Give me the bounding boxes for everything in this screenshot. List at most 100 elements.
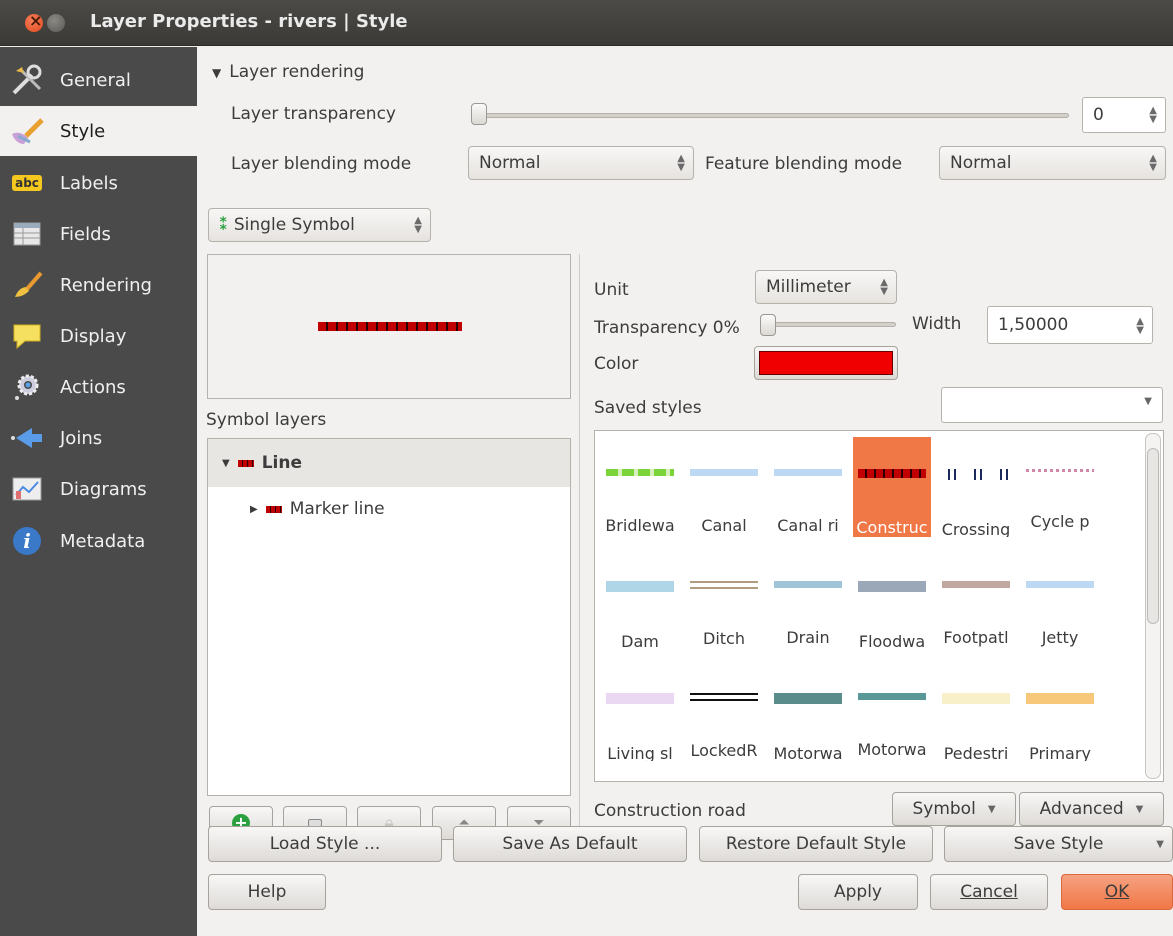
collapsed-triangle-icon: ▶: [250, 503, 258, 515]
marker-line-icon: [265, 505, 282, 513]
tree-item-line[interactable]: ▼ Line: [208, 439, 570, 487]
style-item[interactable]: Primary: [1021, 661, 1099, 761]
cancel-button[interactable]: Cancel: [930, 874, 1048, 910]
style-item[interactable]: Bridlewa: [601, 437, 679, 537]
save-as-default-button[interactable]: Save As Default: [453, 826, 687, 862]
style-sample-line: [858, 581, 926, 592]
color-button[interactable]: [754, 346, 898, 380]
style-sample-line: [942, 469, 1010, 480]
tree-item-marker-line[interactable]: ▶ Marker line: [208, 489, 570, 529]
style-item[interactable]: Floodwa: [853, 549, 931, 649]
unit-combo[interactable]: Millimeter ▲ ▼: [755, 270, 897, 304]
minimize-window-button[interactable]: [47, 14, 65, 32]
style-sample-line: [690, 581, 758, 589]
style-item[interactable]: Crossing: [937, 437, 1015, 537]
layer-blending-combo[interactable]: Normal ▲ ▼: [468, 146, 694, 180]
style-item[interactable]: Motorwa: [853, 661, 931, 761]
style-sample-line: [1026, 581, 1094, 588]
renderer-type-combo[interactable]: ⁑ Single Symbol ▲ ▼: [208, 208, 431, 242]
style-item-label: Motorwa: [773, 743, 843, 761]
combo-arrows-icon: ▲ ▼: [677, 153, 685, 173]
saved-styles-label: Saved styles: [594, 398, 702, 418]
style-item-label: Living sl: [607, 743, 673, 761]
saved-styles-combo[interactable]: ▼: [941, 387, 1163, 423]
sidebar-item-actions[interactable]: Actions: [0, 362, 197, 412]
layer-transparency-slider-handle[interactable]: [471, 103, 487, 125]
color-swatch: [759, 351, 893, 375]
styles-grid[interactable]: Bridlewa Canal Canal ri Construc Crossing Cyc…: [594, 430, 1164, 782]
style-item[interactable]: Living sl: [601, 661, 679, 761]
speech-bubble-icon: [8, 317, 46, 355]
style-item[interactable]: Cycle p: [1021, 437, 1099, 537]
feature-blending-combo[interactable]: Normal ▲ ▼: [939, 146, 1166, 180]
layer-transparency-spinbox[interactable]: 0 ▲ ▼: [1082, 97, 1166, 133]
styles-scrollbar-thumb[interactable]: [1147, 448, 1159, 624]
style-sample-line: [606, 581, 674, 592]
sidebar-item-label: General: [60, 69, 131, 91]
restore-default-style-button[interactable]: Restore Default Style: [699, 826, 933, 862]
save-style-button[interactable]: Save Style ▼: [944, 826, 1173, 862]
sidebar-item-label: Style: [60, 120, 106, 142]
sidebar-item-rendering[interactable]: Rendering: [0, 260, 197, 310]
style-item[interactable]: LockedR: [685, 661, 763, 761]
abc-labels-icon: abc: [8, 164, 46, 202]
apply-button[interactable]: Apply: [798, 874, 918, 910]
sidebar-item-fields[interactable]: Fields: [0, 209, 197, 259]
style-item-label: Jetty: [1041, 628, 1079, 647]
style-item-label: Motorwa: [857, 740, 927, 759]
sidebar-item-label: Actions: [60, 376, 126, 398]
marker-line-preview: [318, 322, 462, 331]
style-item[interactable]: Canal ri: [769, 437, 847, 537]
style-item[interactable]: Motorwa: [769, 661, 847, 761]
symbol-transparency-slider-handle[interactable]: [760, 314, 776, 336]
dropdown-arrow-icon: ▼: [1135, 803, 1144, 815]
width-spinbox[interactable]: 1,50000 ▲ ▼: [987, 306, 1153, 344]
sidebar-item-joins[interactable]: Joins: [0, 413, 197, 463]
title-bar: Layer Properties - rivers | Style: [0, 0, 1173, 46]
combo-arrows-icon: ▲ ▼: [414, 215, 422, 235]
sidebar-item-general[interactable]: General: [0, 55, 197, 105]
style-sample-line: [1026, 469, 1094, 472]
symbol-layers-tree[interactable]: ▼ Line ▶ Marker line: [207, 438, 571, 796]
sidebar-item-diagrams[interactable]: Diagrams: [0, 464, 197, 514]
symbol-menu-button[interactable]: Symbol ▼: [892, 792, 1016, 826]
sidebar-item-label: Diagrams: [60, 478, 147, 500]
close-window-button[interactable]: [25, 11, 43, 32]
style-item[interactable]: Construc: [853, 437, 931, 537]
style-item[interactable]: Footpatl: [937, 549, 1015, 649]
sidebar-item-label: Fields: [60, 223, 111, 245]
style-sample-line: [690, 469, 758, 476]
style-item-label: Crossing: [941, 519, 1011, 537]
sidebar-item-label: Rendering: [60, 274, 152, 296]
sidebar-item-labels[interactable]: abc Labels: [0, 158, 197, 208]
style-sample-line: [606, 469, 674, 476]
combo-arrows-icon: ▲ ▼: [880, 277, 888, 297]
style-item[interactable]: Pedestri: [937, 661, 1015, 761]
collapse-triangle-icon: ▼: [212, 66, 222, 80]
style-item-label: Primary: [1029, 743, 1091, 761]
style-item-label: Construc: [856, 518, 928, 537]
layer-transparency-slider[interactable]: [471, 113, 1069, 118]
sidebar-item-metadata[interactable]: i Metadata: [0, 516, 197, 566]
layer-rendering-toggle[interactable]: ▼ Layer rendering: [212, 62, 364, 82]
style-item[interactable]: Ditch: [685, 549, 763, 649]
width-label: Width: [912, 314, 962, 334]
style-item[interactable]: Canal: [685, 437, 763, 537]
help-button[interactable]: Help: [208, 874, 326, 910]
styles-scrollbar[interactable]: [1145, 433, 1161, 779]
sidebar-item-style[interactable]: Style: [0, 106, 197, 156]
symbol-transparency-slider[interactable]: [762, 322, 896, 327]
gear-icon: [8, 368, 46, 406]
style-item[interactable]: Drain: [769, 549, 847, 649]
style-item[interactable]: Jetty: [1021, 549, 1099, 649]
ok-button[interactable]: OK: [1061, 874, 1173, 910]
sidebar-item-display[interactable]: Display: [0, 311, 197, 361]
style-item-label: LockedR: [690, 741, 758, 760]
advanced-menu-button[interactable]: Advanced ▼: [1019, 792, 1164, 826]
tools-icon: [8, 61, 46, 99]
symbol-layers-title: Symbol layers: [206, 410, 327, 430]
style-item-label: Dam: [621, 631, 659, 649]
load-style-button[interactable]: Load Style ...: [208, 826, 442, 862]
symbol-preview: [207, 254, 571, 399]
style-item[interactable]: Dam: [601, 549, 679, 649]
